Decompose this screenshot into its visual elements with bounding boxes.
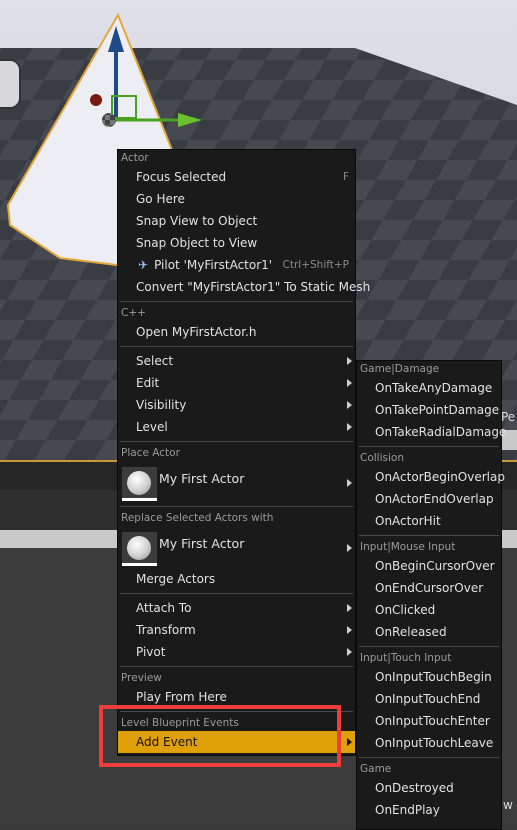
event-item-oninputtouchend[interactable]: OnInputTouchEnd <box>357 688 501 710</box>
event-item-oninputtouchbegin[interactable]: OnInputTouchBegin <box>357 666 501 688</box>
menu-item-visibility[interactable]: Visibility <box>118 394 355 416</box>
separator <box>118 438 355 445</box>
section-header-cpp: C++ <box>121 307 146 319</box>
menu-item-focus-selected[interactable]: Focus Selected F <box>118 166 355 188</box>
event-item-onreleased[interactable]: OnReleased <box>357 621 501 643</box>
actor-context-menu: Actor Focus Selected F Go Here Snap View … <box>117 149 370 756</box>
menu-item-transform[interactable]: Transform <box>118 619 355 641</box>
menu-item-convert[interactable]: Convert "MyFirstActor1" To Static Mesh <box>118 276 370 298</box>
menu-item-replace-my-first-actor[interactable]: My First Actor <box>118 526 355 568</box>
submenu-section-header: Input|Mouse Input <box>360 541 456 553</box>
submenu-arrow-icon <box>347 401 352 409</box>
label: Visibility <box>136 398 187 412</box>
separator <box>118 298 355 305</box>
event-item-onactorbeginoverlap[interactable]: OnActorBeginOverlap <box>357 466 505 488</box>
label: Edit <box>136 376 160 390</box>
actor-thumbnail <box>122 467 157 501</box>
event-item-ontakepointdamage[interactable]: OnTakePointDamage <box>357 399 501 421</box>
submenu-arrow-icon <box>347 626 352 634</box>
event-item-onclicked[interactable]: OnClicked <box>357 599 501 621</box>
submenu-arrow-icon <box>347 604 352 612</box>
shortcut: F <box>342 171 349 183</box>
separator <box>118 663 355 670</box>
menu-item-snap-view[interactable]: Snap View to Object <box>118 210 355 232</box>
separator <box>357 443 501 450</box>
menu-item-level[interactable]: Level <box>118 416 355 438</box>
submenu-section-header: Game|Damage <box>360 363 440 375</box>
menu-item-edit[interactable]: Edit <box>118 372 355 394</box>
event-item-oninputtouchleave[interactable]: OnInputTouchLeave <box>357 732 501 754</box>
actor-thumbnail <box>122 532 157 566</box>
separator <box>118 343 355 350</box>
label: Transform <box>136 623 196 637</box>
menu-item-snap-object[interactable]: Snap Object to View <box>118 232 355 254</box>
menu-item-place-my-first-actor[interactable]: My First Actor <box>118 461 355 503</box>
shortcut: Ctrl+Shift+P <box>282 259 349 271</box>
label: Pilot 'MyFirstActor1' <box>154 258 273 272</box>
menu-item-go-here[interactable]: Go Here <box>118 188 355 210</box>
event-item-onbegincursorover[interactable]: OnBeginCursorOver <box>357 555 501 577</box>
separator <box>357 754 501 761</box>
menu-item-pivot[interactable]: Pivot <box>118 641 355 663</box>
submenu-arrow-icon <box>347 423 352 431</box>
section-header-replace: Replace Selected Actors with <box>121 512 274 524</box>
separator <box>118 590 355 597</box>
submenu-section-header: Collision <box>360 452 404 464</box>
sphere-icon <box>127 471 151 495</box>
label: My First Actor <box>159 471 245 486</box>
separator <box>357 643 501 650</box>
separator <box>118 503 355 510</box>
edge-label: w <box>503 798 513 812</box>
submenu-arrow-icon <box>347 738 352 746</box>
menu-item-pilot[interactable]: ✈ Pilot 'MyFirstActor1' Ctrl+Shift+P <box>118 254 355 276</box>
event-item-onendcursorover[interactable]: OnEndCursorOver <box>357 577 501 599</box>
menu-item-attach-to[interactable]: Attach To <box>118 597 355 619</box>
separator <box>357 532 501 539</box>
submenu-section-header: Game <box>360 763 392 775</box>
submenu-arrow-icon <box>347 357 352 365</box>
section-header-place-actor: Place Actor <box>121 447 180 459</box>
event-item-onactorendoverlap[interactable]: OnActorEndOverlap <box>357 488 501 510</box>
event-item-ontakeradialdamage[interactable]: OnTakeRadialDamage <box>357 421 506 443</box>
add-event-submenu: Game|Damage OnTakeAnyDamage OnTakePointDam… <box>356 360 506 830</box>
submenu-arrow-icon <box>347 648 352 656</box>
label: Focus Selected <box>136 170 227 184</box>
label: Select <box>136 354 174 368</box>
submenu-arrow-icon <box>347 479 352 487</box>
sphere-icon <box>127 536 151 560</box>
event-item-oninputtouchenter[interactable]: OnInputTouchEnter <box>357 710 501 732</box>
label: Attach To <box>136 601 192 615</box>
label: Pivot <box>136 645 166 659</box>
submenu-section-header: Input|Touch Input <box>360 652 452 664</box>
controller-icon <box>0 59 21 109</box>
submenu-arrow-icon <box>347 379 352 387</box>
event-item-ondestroyed[interactable]: OnDestroyed <box>357 777 501 799</box>
section-header-preview: Preview <box>121 672 162 684</box>
annotation-highlight-box <box>99 705 341 767</box>
menu-item-open-header[interactable]: Open MyFirstActor.h <box>118 321 355 343</box>
submenu-arrow-icon <box>347 544 352 552</box>
airplane-icon: ✈ <box>138 258 149 272</box>
section-header-actor: Actor <box>121 152 149 164</box>
event-item-ontakeanydamage[interactable]: OnTakeAnyDamage <box>357 377 501 399</box>
label: Level <box>136 420 168 434</box>
menu-item-select[interactable]: Select <box>118 350 355 372</box>
label: My First Actor <box>159 536 245 551</box>
menu-item-merge-actors[interactable]: Merge Actors <box>118 568 355 590</box>
event-item-onendplay[interactable]: OnEndPlay <box>357 799 501 821</box>
event-item-onactorhit[interactable]: OnActorHit <box>357 510 501 532</box>
